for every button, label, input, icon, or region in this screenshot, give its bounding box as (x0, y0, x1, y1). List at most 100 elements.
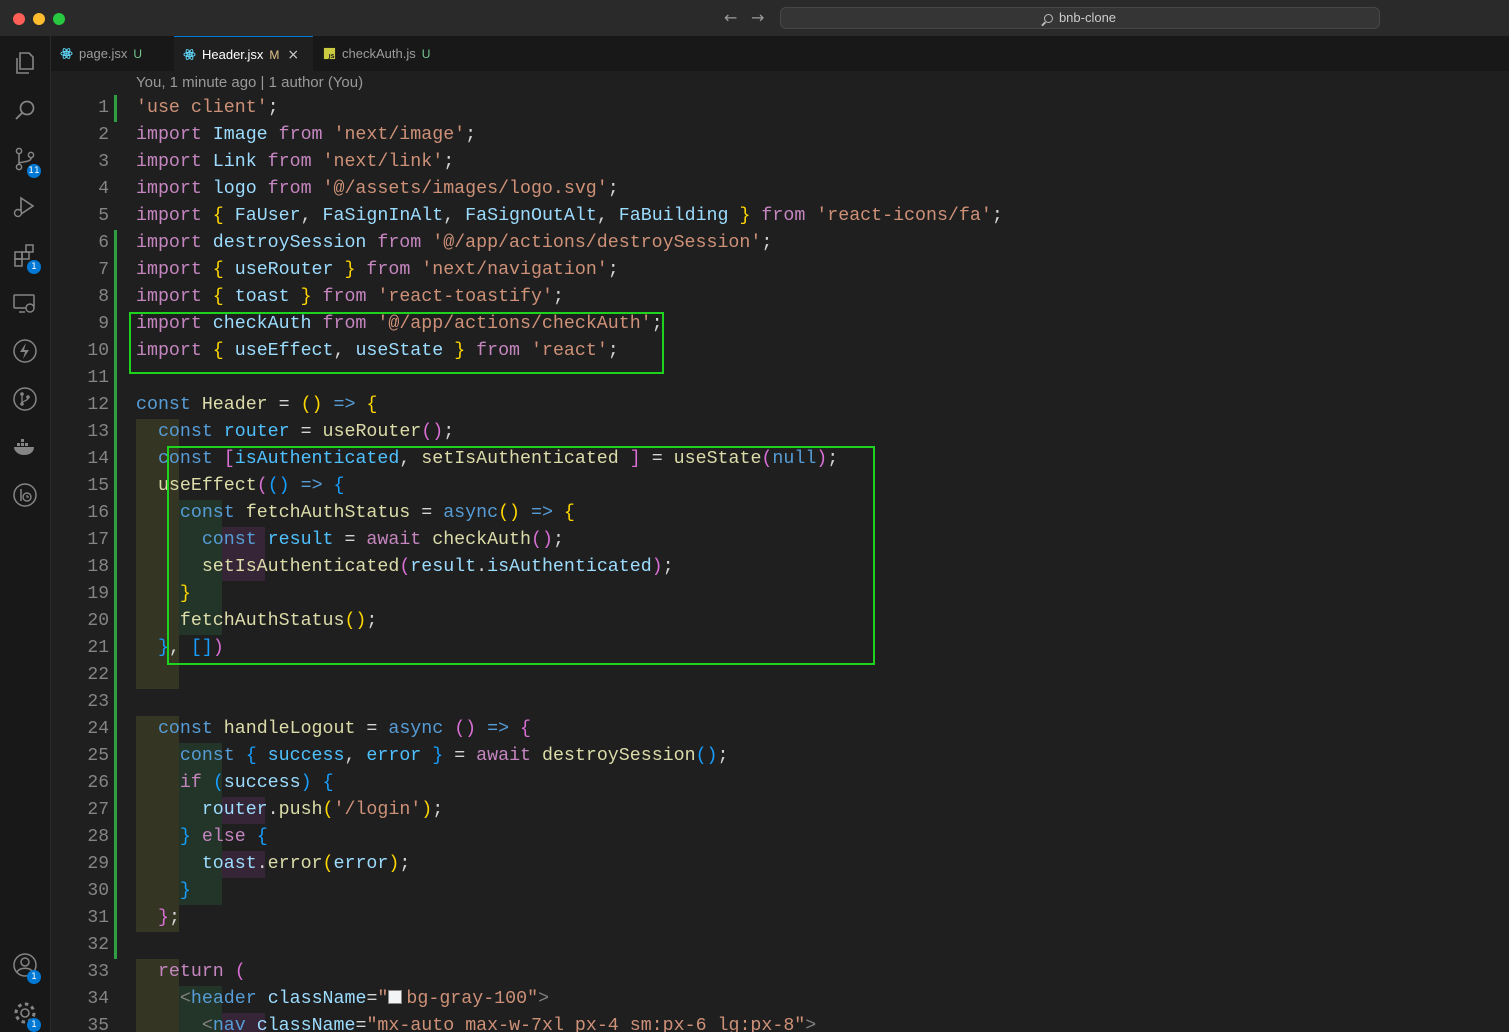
back-arrow-icon[interactable]: ← (724, 8, 737, 27)
activity-run-debug[interactable] (0, 186, 50, 226)
code-token: ; (443, 152, 455, 172)
code-line[interactable]: 24 const handleLogout = async () => { (51, 716, 1509, 743)
tab-status: M (269, 48, 280, 62)
close-icon[interactable]: × (287, 47, 299, 63)
code-token: destroySession (541, 746, 696, 766)
code-token: () (300, 395, 323, 415)
line-number: 14 (87, 449, 109, 469)
code-line[interactable]: 12 const Header = () => { (51, 392, 1509, 419)
code-token: () (421, 422, 444, 442)
code-line[interactable]: 5 import { FaUser, FaSignInAlt, FaSignOut… (51, 203, 1509, 230)
code-line[interactable]: 22 (51, 662, 1509, 689)
activity-extensions[interactable]: 1 (0, 234, 50, 274)
code-token: ( (322, 800, 334, 820)
activity-timeline[interactable] (0, 474, 50, 514)
code-line[interactable]: 26 if (success) { (51, 770, 1509, 797)
vscode-window: ← → bnb-clone 11 1 1 1 page.jsx U Header… (0, 0, 1509, 1032)
activity-lightning[interactable] (0, 330, 50, 370)
line-number: 33 (87, 962, 109, 982)
code-line[interactable]: 13 const router = useRouter(); (51, 419, 1509, 446)
activity-manage[interactable]: 1 (0, 992, 50, 1032)
activity-git-graph[interactable] (0, 378, 50, 418)
docker-icon (14, 439, 34, 455)
code-text: import { toast } from 'react-toastify'; (136, 284, 564, 311)
line-number: 9 (98, 314, 109, 334)
code-token: 'use client' (136, 98, 268, 118)
code-line[interactable]: 3 import Link from 'next/link'; (51, 149, 1509, 176)
code-line[interactable]: 32 (51, 932, 1509, 959)
git-change-marker (114, 473, 117, 500)
code-token: async (388, 719, 455, 739)
code-token: 'react-icons/fa' (816, 206, 992, 226)
code-token: Image (212, 125, 268, 145)
code-text: if (success) { (136, 770, 334, 797)
code-token: ; (761, 233, 773, 253)
minimize-window-button[interactable] (33, 13, 45, 25)
git-change-marker (114, 797, 117, 824)
git-change-marker (114, 230, 117, 257)
code-line[interactable]: 31 }; (51, 905, 1509, 932)
activity-explorer[interactable] (0, 42, 50, 82)
code-line[interactable]: 7 import { useRouter } from 'next/navigat… (51, 257, 1509, 284)
code-token: '@/app/actions/destroySession' (432, 233, 762, 253)
tab-status: U (133, 47, 143, 61)
activity-source-control[interactable]: 11 (0, 138, 50, 178)
code-line[interactable]: 30 } (51, 878, 1509, 905)
git-change-marker (114, 878, 117, 905)
code-token: , (344, 746, 367, 766)
code-line[interactable]: 4 import logo from '@/assets/images/logo.… (51, 176, 1509, 203)
git-change-marker (114, 257, 117, 284)
tab-checkauth-js[interactable]: JS checkAuth.js U (314, 36, 454, 71)
tab-status: U (421, 47, 431, 61)
git-change-marker (114, 824, 117, 851)
code-line[interactable]: 8 import { toast } from 'react-toastify'; (51, 284, 1509, 311)
close-window-button[interactable] (13, 13, 25, 25)
code-line[interactable]: 33 return ( (51, 959, 1509, 986)
line-number: 28 (87, 827, 109, 847)
activity-accounts[interactable]: 1 (0, 944, 50, 984)
code-token: 'next/image' (333, 125, 466, 145)
code-line[interactable]: 34 <header className=" bg-gray-100"> (51, 986, 1509, 1013)
code-line[interactable]: 2 import Image from 'next/image'; (51, 122, 1509, 149)
line-number: 26 (87, 773, 109, 793)
zoom-window-button[interactable] (53, 13, 65, 25)
code-token: ; (607, 260, 619, 280)
code-line[interactable]: 35 <nav className="mx-auto max-w-7xl px-… (51, 1013, 1509, 1032)
tab-header-jsx[interactable]: Header.jsx M × (174, 36, 313, 72)
codelens-blame[interactable]: You, 1 minute ago | 1 author (You) (136, 74, 363, 91)
code-line[interactable]: 23 (51, 689, 1509, 716)
code-line[interactable]: 29 toast.error(error); (51, 851, 1509, 878)
code-token: useRouter (322, 422, 422, 442)
tab-page-jsx[interactable]: page.jsx U (51, 36, 173, 71)
search-icon (1043, 14, 1053, 23)
line-number: 3 (98, 152, 109, 172)
activity-search[interactable] (0, 90, 50, 130)
line-number: 25 (87, 746, 109, 766)
git-change-marker (114, 635, 117, 662)
color-swatch-icon[interactable] (388, 990, 403, 1004)
code-text: import destroySession from '@/app/action… (136, 230, 772, 257)
code-token: bg-gray-100" (406, 989, 539, 1009)
code-token: ; (991, 206, 1003, 226)
activity-remote-explorer[interactable] (0, 282, 50, 322)
code-token: = (355, 719, 389, 739)
forward-arrow-icon[interactable]: → (751, 8, 764, 27)
code-editor[interactable]: You, 1 minute ago | 1 author (You) 1 'use… (51, 71, 1509, 1032)
code-line[interactable]: 1 'use client'; (51, 95, 1509, 122)
code-line[interactable]: 27 router.push('/login'); (51, 797, 1509, 824)
code-token: logo (212, 179, 257, 199)
code-line[interactable]: 6 import destroySession from '@/app/actio… (51, 230, 1509, 257)
code-line[interactable]: 28 } else { (51, 824, 1509, 851)
command-center-search[interactable]: bnb-clone (780, 7, 1380, 29)
activity-docker[interactable] (0, 426, 50, 466)
line-number: 30 (87, 881, 109, 901)
line-number: 2 (98, 125, 109, 145)
code-line[interactable]: 25 const { success, error } = await dest… (51, 743, 1509, 770)
code-token: router (201, 800, 268, 820)
